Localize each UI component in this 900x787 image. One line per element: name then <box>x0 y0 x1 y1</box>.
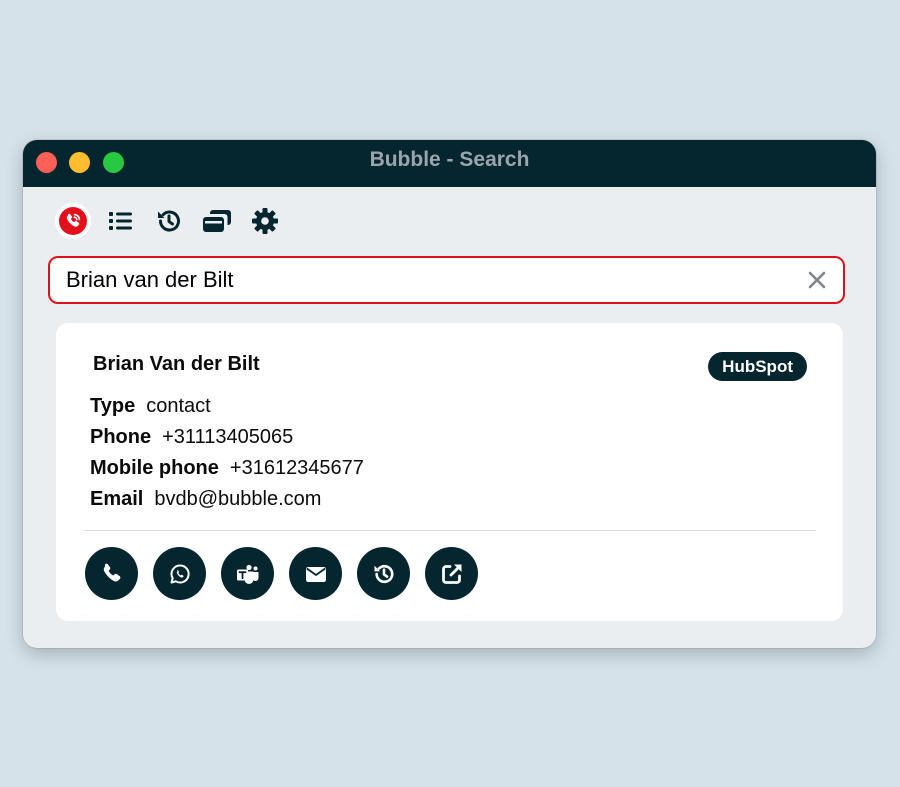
field-value: +31612345677 <box>229 457 364 479</box>
toolbar-cards-button[interactable] <box>199 203 235 239</box>
envelope-icon <box>305 566 326 582</box>
open-external-button[interactable] <box>425 547 478 600</box>
field-value: +31113405065 <box>162 426 294 448</box>
source-badge: HubSpot <box>708 352 807 381</box>
phone-call-icon <box>59 207 87 235</box>
toolbar <box>55 202 295 240</box>
toolbar-list-button[interactable] <box>103 203 139 239</box>
card-divider <box>84 530 816 531</box>
phone-icon <box>103 563 120 581</box>
field-phone: Phone +31113405065 <box>90 422 364 453</box>
contact-name: Brian Van der Bilt <box>93 353 260 375</box>
field-mobile-phone: Mobile phone +31612345677 <box>90 453 364 484</box>
whatsapp-icon <box>170 563 190 583</box>
field-label: Type <box>90 395 136 417</box>
history-icon <box>158 210 180 232</box>
app-window: Bubble - Search Brian van der Bilt Brian… <box>23 140 876 648</box>
field-label: Mobile phone <box>90 457 219 479</box>
teams-button[interactable] <box>221 547 274 600</box>
whatsapp-button[interactable] <box>153 547 206 600</box>
close-icon <box>808 271 826 289</box>
cards-icon <box>203 210 231 232</box>
clear-search-button[interactable] <box>805 268 829 292</box>
history-icon <box>373 564 394 583</box>
toolbar-calls-button[interactable] <box>55 203 91 239</box>
search-input[interactable] <box>66 258 786 301</box>
contact-history-button[interactable] <box>357 547 410 600</box>
field-value: bvdb@bubble.com <box>154 488 322 510</box>
field-label: Phone <box>90 426 152 448</box>
title-bar[interactable]: Bubble - Search <box>23 140 876 187</box>
call-button[interactable] <box>85 547 138 600</box>
gear-icon <box>252 208 278 234</box>
teams-icon <box>236 564 258 584</box>
contact-actions <box>85 547 493 600</box>
toolbar-history-button[interactable] <box>151 203 187 239</box>
contact-fields: Type contact Phone +31113405065 Mobile pho… <box>90 391 364 515</box>
list-icon <box>109 212 132 230</box>
window-title: Bubble - Search <box>369 148 530 171</box>
toolbar-settings-button[interactable] <box>247 203 283 239</box>
field-label: Email <box>90 488 144 510</box>
search-box <box>48 256 845 304</box>
field-type: Type contact <box>90 391 364 422</box>
field-email: Email bvdb@bubble.com <box>90 484 364 515</box>
email-button[interactable] <box>289 547 342 600</box>
external-link-icon <box>441 564 461 584</box>
contact-result-card[interactable]: Brian Van der Bilt HubSpot Type contact P… <box>56 323 843 621</box>
field-value: contact <box>146 395 211 417</box>
